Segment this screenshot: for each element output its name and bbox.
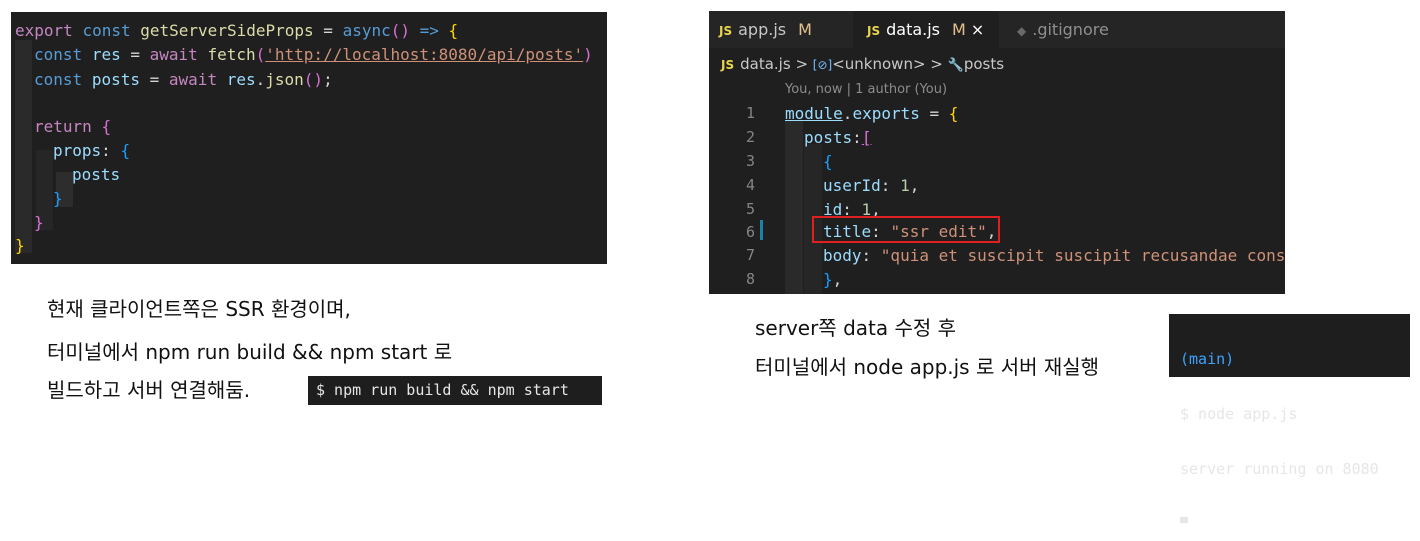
wrench-icon: 🔧 <box>947 58 964 73</box>
code-line-1: export const getServerSideProps = async(… <box>15 21 459 40</box>
line-number: 2 <box>745 128 755 146</box>
chevron-right-icon: > <box>930 55 943 73</box>
terminal-build-command: $ npm run build && npm start <box>308 376 602 405</box>
code-snippet-ssr: export const getServerSideProps = async(… <box>11 12 607 264</box>
javascript-file-icon: JS <box>721 58 735 72</box>
javascript-file-icon: JS <box>719 24 733 38</box>
modified-indicator: M <box>952 20 966 39</box>
code-line-3: const posts = await res.json(); <box>34 70 333 89</box>
code-line-5: return { <box>34 117 112 136</box>
code-line-9: } <box>34 213 44 232</box>
highlight-annotation-box <box>812 216 1000 243</box>
indent-guide <box>15 40 32 253</box>
line-number: 5 <box>745 200 755 218</box>
code-line-2: const res = await fetch('http://localhos… <box>34 45 593 64</box>
editor-code-line-8: }, <box>823 270 843 289</box>
git-blame-codelens[interactable]: You, now | 1 author (You) <box>785 82 947 97</box>
tab-app-js[interactable]: JS app.js M <box>719 11 849 48</box>
tab-data-js[interactable]: JS data.js M × <box>853 11 999 48</box>
editor-code-line-1: module.exports = { <box>785 104 959 123</box>
line-number: 6 <box>745 223 755 241</box>
close-tab-icon[interactable]: × <box>971 20 984 39</box>
code-line-7: posts <box>72 165 121 184</box>
line-number: 7 <box>745 246 755 264</box>
breadcrumb-property[interactable]: posts <box>964 55 1004 73</box>
editor-code-line-4: userId: 1, <box>823 176 920 195</box>
line-number: 1 <box>745 104 755 122</box>
symbol-variable-icon: [⊘] <box>812 58 833 72</box>
terminal-cursor <box>1180 517 1188 523</box>
editor-tab-bar: JS app.js M JS data.js M × ◆ .gitignore <box>709 11 1285 48</box>
code-line-6: props: { <box>53 141 131 160</box>
editor-code-line-2: posts:[ <box>804 128 872 147</box>
code-line-10: } <box>15 236 25 255</box>
breadcrumb-file[interactable]: data.js <box>740 55 791 73</box>
code-line-8: } <box>53 189 63 208</box>
line-number: 4 <box>745 176 755 194</box>
tab-gitignore[interactable]: ◆ .gitignore <box>1017 11 1157 48</box>
modified-line-gutter-marker <box>760 220 763 240</box>
javascript-file-icon: JS <box>867 24 881 38</box>
editor-code-line-3: { <box>823 152 833 171</box>
terminal-output: server running on 8080 <box>1180 460 1379 478</box>
caption-left-line-2: 터미널에서 npm run build && npm start 로 <box>47 340 453 364</box>
caption-right-line-2: 터미널에서 node app.js 로 서버 재실행 <box>755 355 1100 379</box>
caption-left-line-1: 현재 클라이언트쪽은 SSR 환경이며, <box>47 297 351 321</box>
terminal-node-output: (main) $ node app.js server running on 8… <box>1169 314 1410 523</box>
terminal-command: $ node app.js <box>1180 405 1298 423</box>
editor-code-line-7: body: "quia et suscipit suscipit recusan… <box>823 246 1285 265</box>
breadcrumb-symbol[interactable]: <unknown> <box>832 55 925 73</box>
terminal-branch: (main) <box>1180 350 1235 368</box>
caption-left-line-3: 빌드하고 서버 연결해둠. <box>47 378 251 402</box>
git-diamond-icon: ◆ <box>1017 24 1027 38</box>
indent-guide <box>785 121 803 294</box>
breadcrumb: JS data.js > [⊘]<unknown> > 🔧posts <box>721 55 1004 73</box>
modified-indicator: M <box>798 20 812 39</box>
caption-right-line-1: server쪽 data 수정 후 <box>755 316 957 340</box>
code-editor: JS app.js M JS data.js M × ◆ .gitignore JS dat… <box>709 11 1285 294</box>
chevron-right-icon: > <box>795 55 809 73</box>
line-number: 3 <box>745 152 755 170</box>
line-number: 8 <box>745 270 755 288</box>
